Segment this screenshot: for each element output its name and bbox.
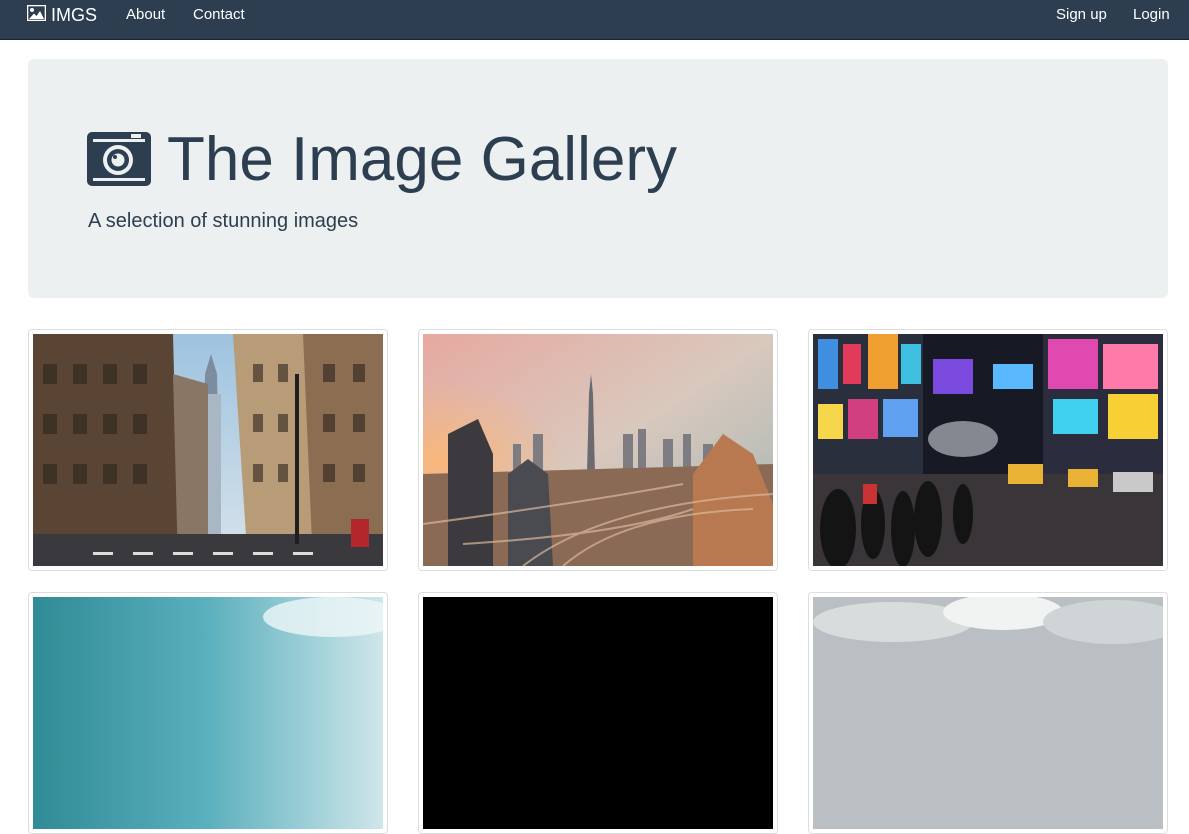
- gallery-thumbnail[interactable]: [418, 329, 778, 571]
- sky-clouds-photo: [33, 597, 383, 829]
- dark-photo: [423, 597, 773, 829]
- nav-about-link[interactable]: About: [126, 6, 165, 24]
- gallery-thumbnail[interactable]: [808, 329, 1168, 571]
- image-icon: [26, 4, 47, 26]
- nav-signup-link[interactable]: Sign up: [1056, 6, 1107, 24]
- brand-link[interactable]: IMGS: [26, 4, 98, 26]
- camera-icon: [87, 130, 151, 191]
- gallery-thumbnail[interactable]: [808, 592, 1168, 834]
- gallery-thumbnail[interactable]: [418, 592, 778, 834]
- desert-city-highways-sunset-photo: [423, 334, 773, 566]
- brand-label: IMGS: [51, 5, 98, 25]
- page-title: The Image Gallery: [87, 125, 677, 195]
- hero-jumbotron: The Image Gallery A selection of stunnin…: [28, 59, 1168, 298]
- top-navbar: IMGS About Contact Sign up Login: [0, 0, 1189, 40]
- gallery-thumbnail[interactable]: [28, 592, 388, 834]
- page-heading: The Image Gallery: [167, 125, 677, 194]
- times-square-night-photo: [813, 334, 1163, 566]
- city-street-skyscraper-photo: [33, 334, 383, 566]
- gallery-thumbnail[interactable]: [28, 329, 388, 571]
- page-subtitle: A selection of stunning images: [88, 210, 359, 232]
- nav-login-link[interactable]: Login: [1133, 6, 1170, 24]
- nav-contact-link[interactable]: Contact: [193, 6, 245, 24]
- clouds-landscape-photo: [813, 597, 1163, 829]
